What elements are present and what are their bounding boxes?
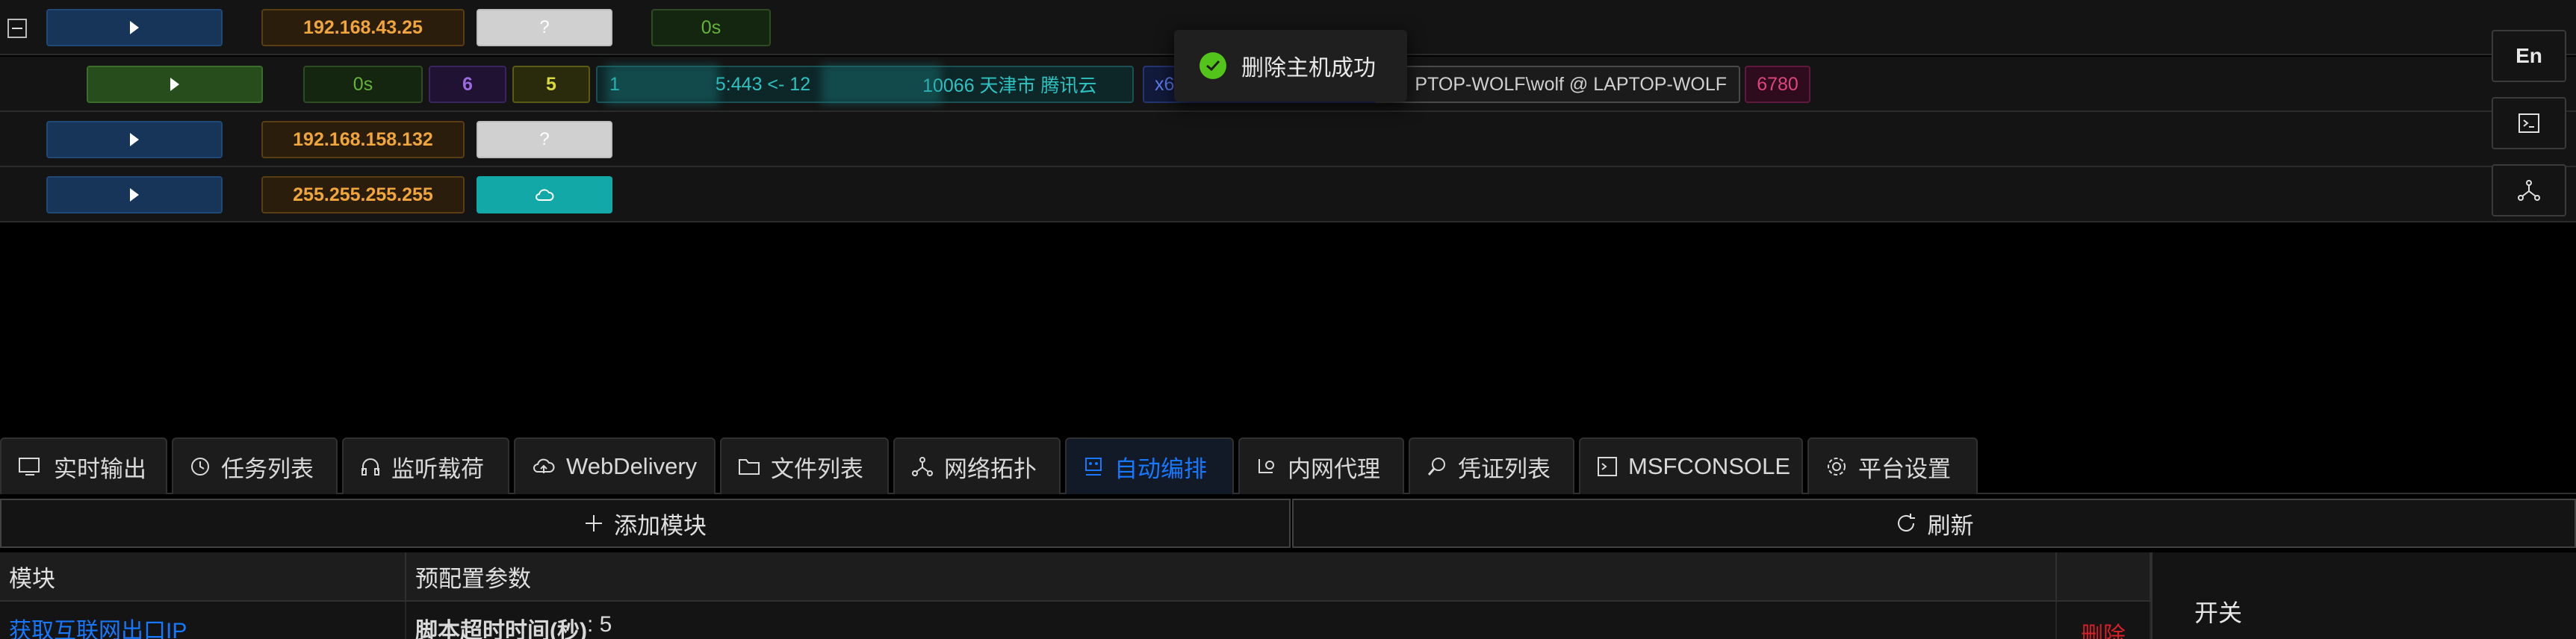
tab-intranet-proxy[interactable]: 内网代理 <box>1238 437 1404 494</box>
cloud-icon <box>477 176 612 213</box>
host-row: 192.168.158.132 ? <box>0 112 2576 167</box>
console-button[interactable] <box>2492 97 2566 149</box>
tab-auto-orchestration[interactable]: 自动编排 <box>1065 437 1234 494</box>
host-ip[interactable]: 192.168.158.132 <box>261 121 465 158</box>
tab-realtime-output[interactable]: 实时输出 <box>0 437 167 494</box>
tab-listeners[interactable]: 监听载荷 <box>342 437 509 494</box>
language-toggle-button[interactable]: En <box>2492 30 2566 82</box>
proxy-icon <box>1258 459 1274 473</box>
redaction-blur <box>822 64 941 105</box>
host-heartbeat: 0s <box>651 9 771 46</box>
host-ip[interactable]: 192.168.43.25 <box>261 9 465 46</box>
session-action-button[interactable] <box>87 66 263 103</box>
add-module-button[interactable]: 添加模块 <box>0 499 1291 548</box>
delete-button[interactable]: 删除 <box>2057 602 2151 639</box>
robot-icon <box>1085 458 1102 476</box>
toast-message: 删除主机成功 <box>1241 56 1376 81</box>
tab-msfconsole[interactable]: MSFCONSOLE <box>1579 437 1803 494</box>
column-header-params: 预配置参数 <box>406 552 2057 600</box>
tab-network-topology[interactable]: 网络拓扑 <box>893 437 1061 494</box>
network-icon <box>912 457 933 476</box>
folder-icon <box>739 459 760 475</box>
switch-label: 开关 <box>2194 599 2243 626</box>
gear-icon <box>1828 458 1846 476</box>
play-icon <box>130 133 139 146</box>
host-row: 255.255.255.255 <box>0 167 2576 222</box>
module-params: 脚本超时时间(秒) : 5 <box>406 602 2057 639</box>
tab-file-list[interactable]: 文件列表 <box>720 437 889 494</box>
topology-button[interactable] <box>2492 164 2566 216</box>
expand-host-button[interactable] <box>46 121 223 158</box>
tab-credential-list[interactable]: 凭证列表 <box>1409 437 1574 494</box>
host-ip[interactable]: 255.255.255.255 <box>261 176 465 213</box>
refresh-button[interactable]: 刷新 <box>1292 499 2576 548</box>
play-icon <box>130 188 139 202</box>
module-name-link[interactable]: 获取互联网出口IP <box>0 602 406 639</box>
connection-location: 10066 天津市 腾讯云 <box>922 75 1097 96</box>
column-header-module: 模块 <box>0 552 406 600</box>
tab-webdelivery[interactable]: WebDelivery <box>514 437 716 494</box>
session-tag-b: 5 <box>512 66 590 103</box>
check-circle-icon <box>1199 52 1226 79</box>
session-user: PTOP-WOLF\wolf @ LAPTOP-WOLF <box>1374 66 1740 103</box>
connection-mid: 5:443 <- 12 <box>715 73 811 95</box>
host-os-tag: ? <box>477 121 612 158</box>
refresh-icon <box>1897 514 1915 532</box>
network-icon <box>2518 180 2540 201</box>
clock-icon <box>191 458 209 476</box>
bottom-tab-bar: 实时输出 任务列表 监听载荷 WebDelivery 文件列表 网络拓扑 自动编… <box>0 437 2576 494</box>
terminal-icon <box>1598 457 1617 476</box>
module-switch-panel: 开关 <box>2151 552 2576 639</box>
expand-host-button[interactable] <box>46 176 223 213</box>
expand-host-button[interactable] <box>46 9 223 46</box>
redaction-blur <box>606 64 719 105</box>
column-header-action <box>2057 552 2151 600</box>
terminal-icon <box>2518 113 2539 133</box>
success-toast: 删除主机成功 <box>1174 30 1407 102</box>
module-table-header: 模块 预配置参数 <box>0 552 2151 602</box>
param-key: 脚本超时时间(秒) <box>415 619 587 639</box>
tab-platform-settings[interactable]: 平台设置 <box>1807 437 1978 494</box>
collapse-toggle-button[interactable] <box>7 19 27 38</box>
monitor-icon <box>19 458 40 476</box>
headphones-icon <box>361 458 379 476</box>
plus-icon <box>586 515 602 532</box>
play-icon <box>170 78 179 91</box>
param-value: : 5 <box>586 612 612 637</box>
tab-task-list[interactable]: 任务列表 <box>172 437 338 494</box>
host-os-tag: ? <box>477 9 612 46</box>
cloud-upload-icon <box>533 458 555 473</box>
table-row: 获取互联网出口IP 脚本超时时间(秒) : 5 删除 <box>0 602 2151 639</box>
session-tag-a: 6 <box>429 66 506 103</box>
session-heartbeat: 0s <box>303 66 423 103</box>
play-icon <box>130 21 139 34</box>
session-pid: 6780 <box>1745 66 1810 103</box>
search-icon <box>1427 458 1445 476</box>
